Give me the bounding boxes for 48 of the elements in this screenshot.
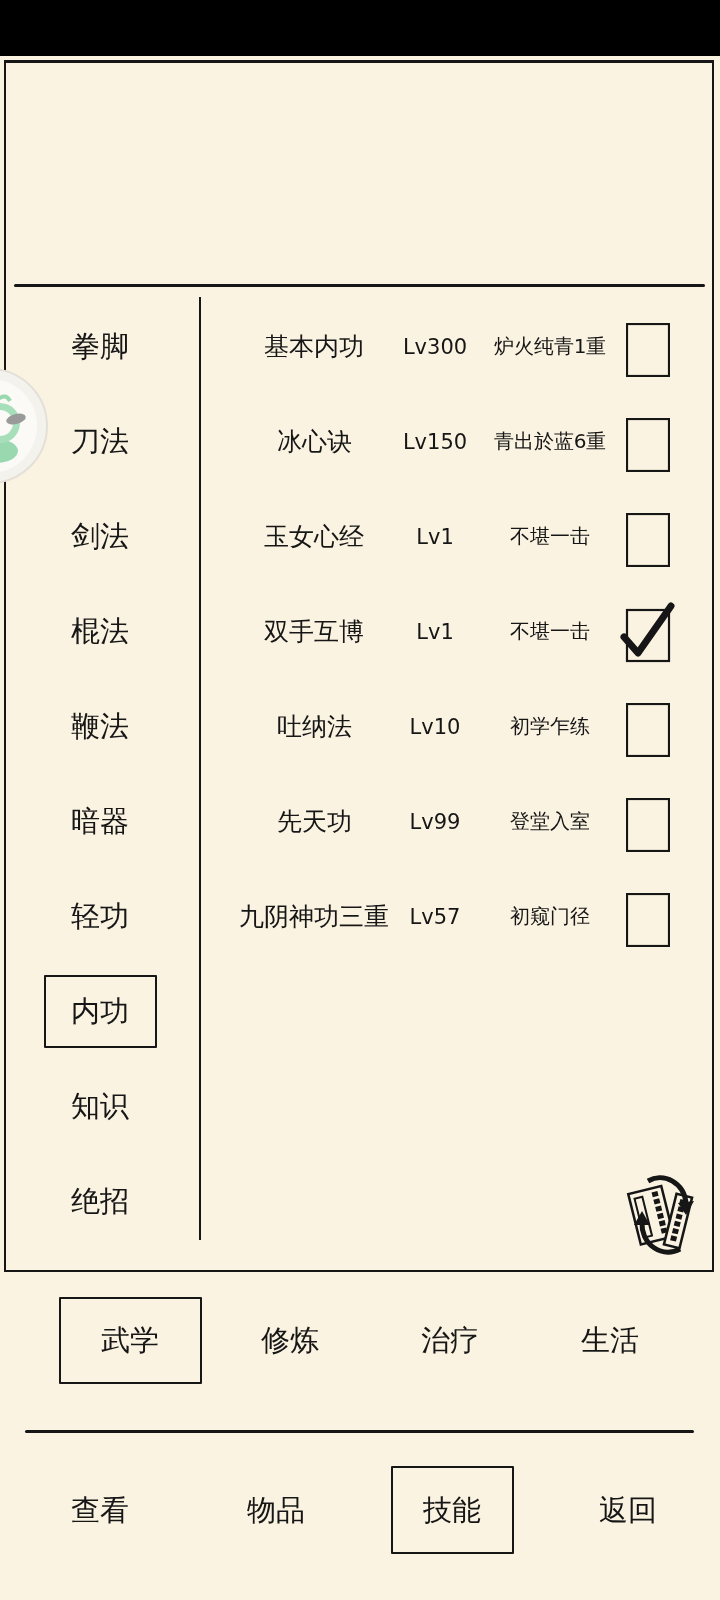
nav-button[interactable]: 技能 <box>390 1466 514 1554</box>
checkbox[interactable] <box>626 417 670 472</box>
skill-name: 基本内功 <box>264 331 364 363</box>
floating-assistant-icon[interactable] <box>0 367 49 485</box>
skill-rank: 登堂入室 <box>510 808 590 835</box>
skill-level: Lv1 <box>416 524 454 549</box>
skill-rank: 炉火纯青1重 <box>493 333 607 360</box>
skill-rank: 初学乍练 <box>510 713 590 740</box>
checkbox[interactable] <box>626 322 670 377</box>
skill-name: 双手互博 <box>264 616 364 648</box>
nav-button[interactable]: 返回 <box>599 1491 657 1529</box>
sidebar-item[interactable]: 绝招 <box>71 1183 129 1220</box>
skill-rank: 不堪一击 <box>510 523 590 550</box>
skill-rank: 青出於蓝6重 <box>493 428 607 455</box>
category-tab[interactable]: 生活 <box>581 1322 639 1359</box>
skill-name: 玉女心经 <box>264 521 364 553</box>
sidebar-item[interactable]: 拳脚 <box>71 328 129 365</box>
sidebar-item[interactable]: 鞭法 <box>71 708 129 745</box>
sidebar-item[interactable]: 轻功 <box>71 898 129 935</box>
category-tab[interactable]: 治疗 <box>421 1322 479 1359</box>
checkbox[interactable] <box>620 600 676 663</box>
skill-level: Lv150 <box>402 429 468 454</box>
skill-name: 冰心诀 <box>276 426 352 458</box>
nav-button[interactable]: 物品 <box>247 1491 305 1529</box>
skill-level: Lv57 <box>409 904 461 929</box>
checkbox[interactable] <box>626 892 670 947</box>
sidebar-item[interactable]: 棍法 <box>71 613 129 650</box>
skill-name: 吐纳法 <box>276 711 352 743</box>
sidebar-item[interactable]: 暗器 <box>71 803 129 840</box>
skill-name: 先天功 <box>276 806 352 838</box>
skill-level: Lv1 <box>416 619 454 644</box>
checkmark-icon <box>620 602 675 656</box>
nav-button[interactable]: 查看 <box>71 1491 129 1529</box>
sidebar-item[interactable]: 内功 <box>43 975 157 1048</box>
sidebar-item[interactable]: 知识 <box>71 1088 129 1125</box>
sidebar-item[interactable]: 刀法 <box>71 423 129 460</box>
checkbox[interactable] <box>626 702 670 757</box>
skill-level: Lv99 <box>409 809 461 834</box>
skill-level: Lv10 <box>409 714 461 739</box>
skill-rank: 初窥门径 <box>510 903 590 930</box>
checkbox[interactable] <box>626 512 670 567</box>
category-tab[interactable]: 武学 <box>58 1297 202 1384</box>
checkbox[interactable] <box>626 797 670 852</box>
skill-level: Lv300 <box>402 334 468 359</box>
skill-name: 九阴神功三重 <box>239 901 389 933</box>
sidebar-item[interactable]: 剑法 <box>71 518 129 555</box>
skill-rank: 不堪一击 <box>510 618 590 645</box>
category-tab[interactable]: 修炼 <box>261 1322 319 1359</box>
